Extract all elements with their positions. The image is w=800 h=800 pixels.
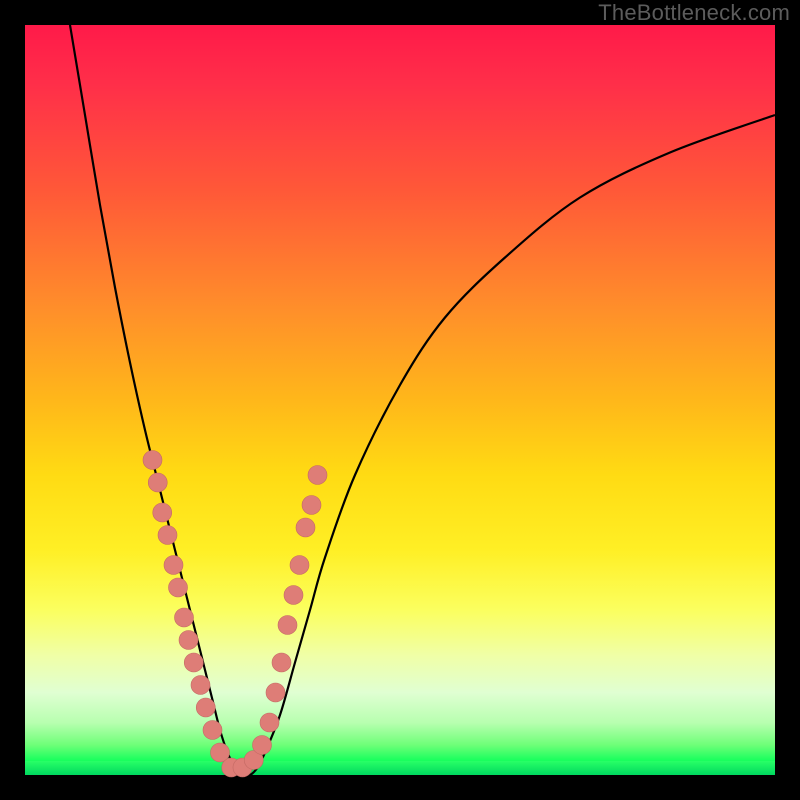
watermark-text: TheBottleneck.com <box>598 0 790 26</box>
data-marker <box>184 653 203 672</box>
data-marker <box>278 616 297 635</box>
data-marker <box>296 518 315 537</box>
data-marker <box>272 653 291 672</box>
data-marker <box>284 586 303 605</box>
data-marker <box>175 608 194 627</box>
data-marker <box>169 578 188 597</box>
data-marker <box>196 698 215 717</box>
chart-frame: TheBottleneck.com <box>0 0 800 800</box>
data-marker <box>260 713 279 732</box>
chart-svg <box>25 25 775 775</box>
data-marker <box>148 473 167 492</box>
bottleneck-curve <box>70 25 775 776</box>
marker-group <box>143 451 327 778</box>
data-marker <box>191 676 210 695</box>
data-marker <box>179 631 198 650</box>
data-marker <box>253 736 272 755</box>
data-marker <box>153 503 172 522</box>
data-marker <box>203 721 222 740</box>
data-marker <box>266 683 285 702</box>
data-marker <box>158 526 177 545</box>
data-marker <box>308 466 327 485</box>
data-marker <box>164 556 183 575</box>
data-marker <box>290 556 309 575</box>
plot-area <box>25 25 775 775</box>
data-marker <box>302 496 321 515</box>
data-marker <box>143 451 162 470</box>
